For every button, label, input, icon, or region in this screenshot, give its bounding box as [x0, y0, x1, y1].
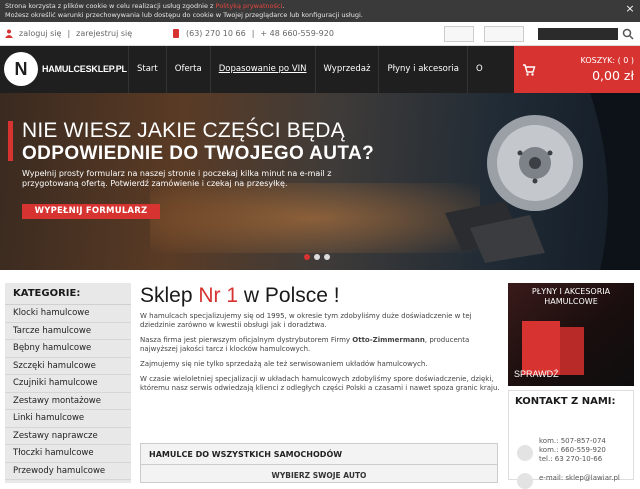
category-sidebar: KATEGORIE: Klocki hamulcowe Tarcze hamul… [5, 283, 131, 483]
cookie-text-end: . [282, 2, 285, 10]
close-icon[interactable]: × [625, 3, 635, 14]
nav-item-vin[interactable]: Dopasowanie po VIN [209, 46, 315, 93]
separator: | [251, 29, 255, 38]
privacy-policy-link[interactable]: Polityką prywatności [216, 2, 283, 10]
title-part-c: w Polsce ! [238, 284, 340, 307]
contact-landline: tel.: 63 270-10-66 [539, 455, 603, 463]
category-przewody[interactable]: Przewody hamulcowe [5, 463, 131, 480]
p2-brand: Otto-Zimmermann [352, 336, 425, 344]
intro-paragraph-1: W hamulcach specjalizujemy się od 1995, … [140, 312, 472, 329]
nav-item-start[interactable]: Start [128, 46, 166, 93]
phone-info: (63) 270 10 66 | + 48 660-559-920 [172, 29, 334, 38]
search-button[interactable] [620, 26, 636, 42]
slider-dots [304, 254, 330, 260]
headline-accent [8, 121, 13, 161]
promo-title: PŁYNY I AKCESORIA HAMULCOWE [531, 287, 611, 306]
separator: | [67, 29, 71, 38]
hero-headline-1: NIE WIESZ JAKIE CZĘŚCI BĘDĄ [22, 119, 345, 142]
fluids-promo-banner[interactable]: PŁYNY I AKCESORIA HAMULCOWE SPRAWDŹ [508, 283, 634, 386]
cart-label: KOSZYK: ( 0 ) [580, 56, 634, 65]
divider [141, 464, 497, 465]
intro-paragraph-4: W czasie wieloletniej specjalizacji w uk… [140, 375, 500, 392]
slider-dot-2[interactable] [314, 254, 320, 260]
oil-bottle-image [560, 327, 584, 375]
cart-icon [522, 63, 536, 77]
nav-item-o[interactable]: O [466, 46, 491, 93]
category-tarcze[interactable]: Tarcze hamulcowe [5, 323, 131, 340]
contact-box: KONTAKT Z NAMI: kom.: 507-857-074 kom.: … [508, 390, 634, 489]
nav-item-plyny[interactable]: Płyny i akcesoria [378, 46, 466, 93]
promo-check-link[interactable]: SPRAWDŹ [514, 369, 559, 379]
title-highlight: Nr 1 [198, 284, 239, 307]
category-zestawy-naprawcze[interactable]: Zestawy naprawcze [5, 428, 131, 445]
phone-icon [517, 445, 533, 461]
p2-text: Nasza firma jest pierwszym oficjalnym dy… [140, 336, 353, 344]
category-linki[interactable]: Linki hamulcowe [5, 410, 131, 428]
user-icon [5, 29, 13, 38]
contact-mobile-1: kom.: 507-857-074 [539, 437, 606, 445]
contact-email[interactable]: e-mail: sklep@lawiar.pl [539, 474, 620, 482]
category-czujniki[interactable]: Czujniki hamulcowe [5, 375, 131, 393]
main-content: Sklep Nr 1 w Polsce ! W hamulcach specja… [140, 280, 500, 483]
category-szczeki[interactable]: Szczęki hamulcowe [5, 358, 131, 375]
cart-button[interactable]: KOSZYK: ( 0 ) 0,00 zł [514, 46, 640, 93]
cookie-text: Strona korzysta z plików cookie w celu r… [5, 2, 216, 10]
intro-paragraph-2: Nasza firma jest pierwszym oficjalnym dy… [140, 336, 500, 354]
nav-item-oferta[interactable]: Oferta [165, 46, 210, 93]
contact-mobile-2: kom.: 660-559-920 [539, 446, 606, 454]
category-heading: KATEGORIE: [5, 283, 131, 305]
intro-paragraph-3: Zajmujemy się nie tylko sprzedażą ale te… [140, 360, 428, 368]
logo-mark: N [4, 52, 38, 86]
contact-numbers: kom.: 507-857-074 kom.: 660-559-920 tel.… [539, 437, 606, 464]
hero-banner: NIE WIESZ JAKIE CZĘŚCI BĘDĄ ODPOWIEDNIE … [0, 93, 640, 270]
contact-heading: KONTAKT Z NAMI: [515, 396, 616, 407]
category-klocki[interactable]: Klocki hamulcowe [5, 305, 131, 323]
nav-item-wyprzedaz[interactable]: Wyprzedaż [314, 46, 379, 93]
rating-badge [484, 26, 524, 42]
cookie-line-1: Strona korzysta z plików cookie w celu r… [5, 2, 635, 11]
title-part-a: Sklep [140, 284, 199, 307]
fill-form-button[interactable]: WYPEŁNIJ FORMULARZ [22, 204, 160, 219]
car-brands-heading: HAMULCE DO WSZYSTKICH SAMOCHODÓW [149, 450, 343, 459]
choose-car-label: WYBIERZ SWOJE AUTO [271, 471, 367, 480]
phone-number: (63) 270 10 66 [186, 29, 246, 38]
top-bar: zaloguj się | zarejestruj się (63) 270 1… [0, 22, 640, 46]
cart-amount: 0,00 zł [592, 68, 634, 83]
search-input[interactable] [538, 28, 618, 40]
register-link[interactable]: zarejestruj się [76, 29, 132, 38]
search-icon [622, 28, 634, 40]
slider-dot-1[interactable] [304, 254, 310, 260]
cookie-bar: Strona korzysta z plików cookie w celu r… [0, 0, 640, 22]
main-navigation: N HAMULCESKLEP.PL Start Oferta Dopasowan… [0, 46, 640, 93]
category-bebny[interactable]: Bębny hamulcowe [5, 340, 131, 358]
page-title: Sklep Nr 1 w Polsce ! [140, 280, 500, 312]
site-logo[interactable]: N HAMULCESKLEP.PL [4, 50, 128, 88]
hero-description: Wypełnij prosty formularz na naszej stro… [22, 169, 332, 188]
user-links: zaloguj się | zarejestruj się [5, 29, 132, 38]
logo-text: HAMULCESKLEP.PL [42, 64, 127, 74]
nav-menu: Start Oferta Dopasowanie po VIN Wyprzeda… [128, 46, 491, 93]
phone-icon [173, 29, 179, 38]
category-zestawy-montazowe[interactable]: Zestawy montażowe [5, 393, 131, 410]
hero-headline-2: ODPOWIEDNIE DO TWOJEGO AUTA? [22, 143, 375, 164]
oil-can-image [522, 321, 560, 375]
category-tloczki[interactable]: Tłoczki hamulcowe [5, 445, 131, 463]
slider-dot-3[interactable] [324, 254, 330, 260]
car-brands-box: HAMULCE DO WSZYSTKICH SAMOCHODÓW WYBIERZ… [140, 443, 498, 483]
login-link[interactable]: zaloguj się [19, 29, 61, 38]
cookie-line-2: Możesz określić warunki przechowywania l… [5, 11, 363, 19]
certificate-badge [444, 26, 474, 42]
mail-icon [517, 473, 533, 489]
mobile-number: + 48 660-559-920 [260, 29, 334, 38]
